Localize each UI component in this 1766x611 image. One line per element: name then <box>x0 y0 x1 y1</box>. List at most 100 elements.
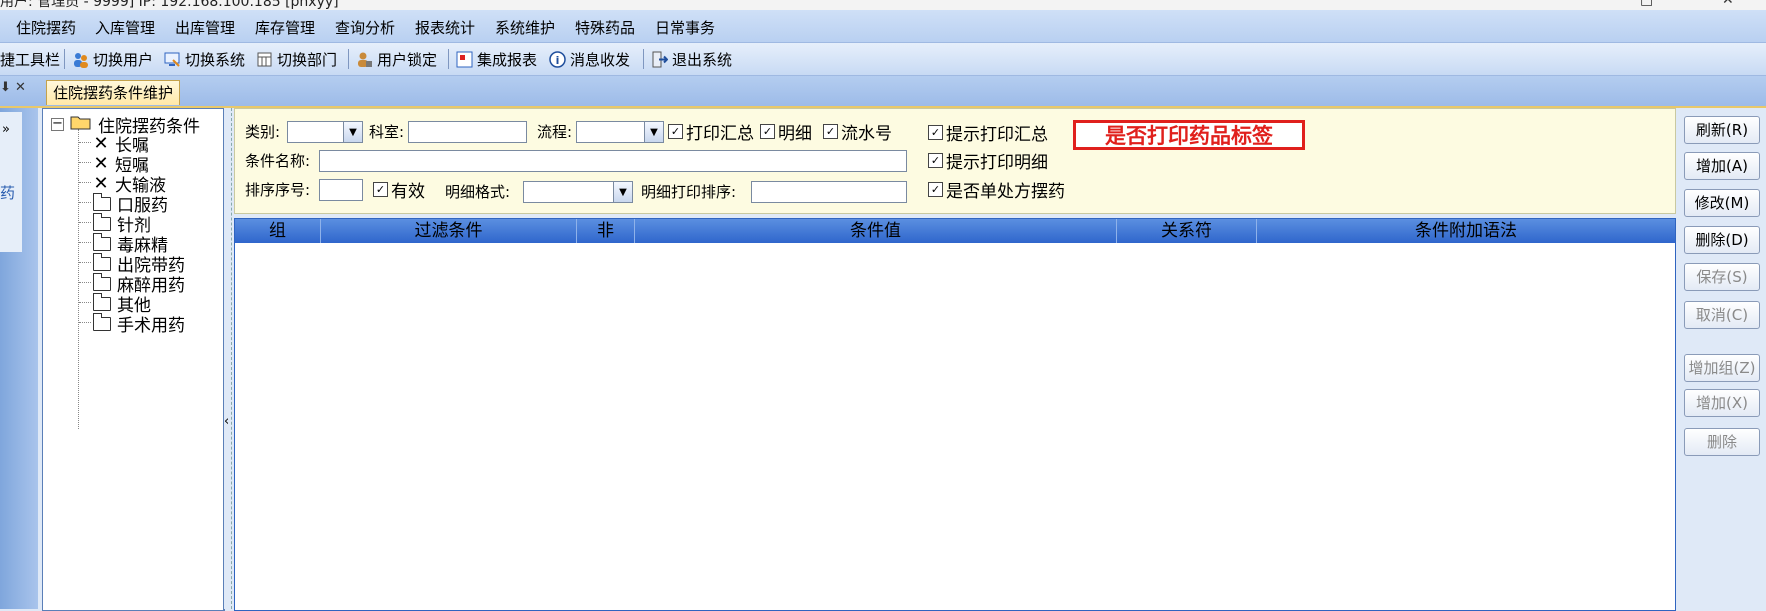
print-drug-label-box[interactable]: 是否打印药品标签 <box>1073 120 1305 150</box>
menu-item-reports[interactable]: 报表统计 <box>415 17 475 38</box>
add-condition-button[interactable]: 增加(X) <box>1684 389 1760 417</box>
refresh-button[interactable]: 刷新(R) <box>1684 116 1760 144</box>
cancel-button[interactable]: 取消(C) <box>1684 301 1760 329</box>
menu-item-query[interactable]: 查询分析 <box>335 17 395 38</box>
toolbar: 快捷工具栏 切换用户 切换系统 切换部门 用户锁定 集成报表 i 消息收发 退出… <box>0 43 1766 76</box>
valid-label: 有效 <box>391 182 425 202</box>
switch-user-icon <box>72 51 89 68</box>
folder-icon <box>93 292 111 311</box>
check-icon: ✓ <box>928 182 943 197</box>
column-header-filter[interactable]: 过滤条件 <box>321 219 577 243</box>
column-header-relation[interactable]: 关系符 <box>1117 219 1257 243</box>
toolbar-divider <box>348 49 349 69</box>
condition-form: 类别: ▼ 科室: 流程: ▼ ✓ 打印汇总 ✓ 明细 ✓ 流水号 ✓ 提示打印汇总 条… <box>234 108 1676 214</box>
switch-user-button[interactable]: 切换用户 <box>72 49 153 70</box>
serial-checkbox[interactable]: ✓ 流水号 <box>823 119 892 144</box>
folder-icon <box>93 312 111 331</box>
tab-inpatient-condition[interactable]: 住院摆药条件维护 <box>46 80 181 105</box>
menu-item-system[interactable]: 系统维护 <box>495 17 555 38</box>
sort-order-label: 排序序号: <box>245 181 311 199</box>
grid-header: 组 过滤条件 非 条件值 关系符 条件附加语法 <box>235 219 1675 243</box>
menu-item-inpatient-dispense[interactable]: 住院摆药 <box>16 17 76 38</box>
exit-system-label: 退出系统 <box>672 51 733 69</box>
switch-system-icon <box>164 51 181 68</box>
message-button[interactable]: i 消息收发 <box>549 49 630 70</box>
tab-strip <box>0 76 1766 108</box>
left-nav-label[interactable]: 药 <box>0 182 15 203</box>
tree-branch <box>79 322 91 323</box>
serial-label: 流水号 <box>841 124 892 144</box>
left-nav-pane: » 药 <box>0 112 22 252</box>
close-icon[interactable]: ✕ <box>1722 0 1734 8</box>
valid-checkbox[interactable]: ✓ 有效 <box>373 177 425 202</box>
column-header-group[interactable]: 组 <box>235 219 321 243</box>
switch-dept-label: 切换部门 <box>277 51 338 69</box>
folder-icon <box>93 232 111 251</box>
menu-item-special-drugs[interactable]: 特殊药品 <box>575 17 635 38</box>
menu-item-daily[interactable]: 日常事务 <box>655 17 715 38</box>
save-button[interactable]: 保存(S) <box>1684 263 1760 291</box>
delete-button[interactable]: 删除(D) <box>1684 226 1760 254</box>
flow-select[interactable]: ▼ <box>576 121 664 143</box>
menu-item-inventory[interactable]: 库存管理 <box>255 17 315 38</box>
condition-grid[interactable]: 组 过滤条件 非 条件值 关系符 条件附加语法 <box>234 218 1676 611</box>
message-label: 消息收发 <box>570 51 631 69</box>
detail-print-sort-label: 明细打印排序: <box>641 183 737 201</box>
panel-splitter[interactable] <box>224 108 232 609</box>
left-nav-panel: » 药 <box>0 108 38 609</box>
add-button[interactable]: 增加(A) <box>1684 152 1760 180</box>
modify-button[interactable]: 修改(M) <box>1684 189 1760 217</box>
tree-guide-line <box>78 129 79 429</box>
prompt-print-summary-checkbox[interactable]: ✓ 提示打印汇总 <box>928 120 1048 145</box>
column-header-not[interactable]: 非 <box>577 219 635 243</box>
flow-label: 流程: <box>537 123 573 141</box>
detail-checkbox[interactable]: ✓ 明细 <box>760 119 812 144</box>
quick-toolbar-label: 快捷工具栏 <box>0 51 61 69</box>
category-label: 类别: <box>245 123 281 141</box>
category-select[interactable]: ▼ <box>287 121 363 143</box>
tree-branch <box>79 262 91 263</box>
delete-condition-button[interactable]: 删除 <box>1684 428 1760 456</box>
integrated-report-button[interactable]: 集成报表 <box>456 49 537 70</box>
tree-branch <box>79 282 91 283</box>
tree-node-surgery[interactable]: 手术用药 <box>93 311 185 336</box>
print-summary-checkbox[interactable]: ✓ 打印汇总 <box>668 119 754 144</box>
switch-dept-button[interactable]: 切换部门 <box>256 49 337 70</box>
check-icon: ✓ <box>760 124 775 139</box>
detail-print-sort-input[interactable] <box>751 181 907 203</box>
tree-node-label: 手术用药 <box>117 316 185 336</box>
tree-branch <box>79 222 91 223</box>
toolbar-divider <box>643 49 644 69</box>
column-header-value[interactable]: 条件值 <box>635 219 1117 243</box>
menu-item-stock-out[interactable]: 出库管理 <box>175 17 235 38</box>
chevron-down-icon[interactable]: ▼ <box>644 122 663 142</box>
sort-order-input[interactable] <box>319 179 363 201</box>
lock-user-icon <box>356 51 373 68</box>
expand-icon[interactable]: − <box>51 117 64 131</box>
prompt-print-detail-checkbox[interactable]: ✓ 提示打印明细 <box>928 148 1048 173</box>
chevron-down-icon[interactable]: ▼ <box>613 182 632 202</box>
folder-icon <box>93 252 111 271</box>
action-buttons: 刷新(R) 增加(A) 修改(M) 删除(D) 保存(S) 取消(C) 增加组(… <box>1676 108 1766 609</box>
collapse-icon[interactable]: » <box>2 122 10 137</box>
window-title: 用户: 管理员 - 9999] IP: 192.168.100.185 [phx… <box>0 0 339 10</box>
exit-system-button[interactable]: 退出系统 <box>651 49 732 70</box>
chevron-left-icon[interactable]: ‹ <box>224 414 229 429</box>
switch-user-label: 切换用户 <box>93 51 154 69</box>
detail-format-select[interactable]: ▼ <box>523 181 633 203</box>
toolbar-divider <box>448 49 449 69</box>
menu-item-stock-in[interactable]: 入库管理 <box>95 17 155 38</box>
lock-user-button[interactable]: 用户锁定 <box>356 49 437 70</box>
add-group-button[interactable]: 增加组(Z) <box>1684 354 1760 382</box>
prompt-print-summary-label: 提示打印汇总 <box>946 125 1048 145</box>
chevron-down-icon[interactable]: ▼ <box>343 122 362 142</box>
restore-icon[interactable]: □ <box>1640 0 1653 8</box>
pin-close-icon[interactable]: ⬇ ✕ <box>0 80 36 102</box>
condition-name-input[interactable] <box>319 150 907 172</box>
check-icon: ✓ <box>823 124 838 139</box>
column-header-extra-syntax[interactable]: 条件附加语法 <box>1257 219 1675 243</box>
department-input[interactable] <box>408 121 527 143</box>
switch-system-button[interactable]: 切换系统 <box>164 49 245 70</box>
single-prescription-checkbox[interactable]: ✓ 是否单处方摆药 <box>928 177 1065 202</box>
check-icon: ✓ <box>928 125 943 140</box>
